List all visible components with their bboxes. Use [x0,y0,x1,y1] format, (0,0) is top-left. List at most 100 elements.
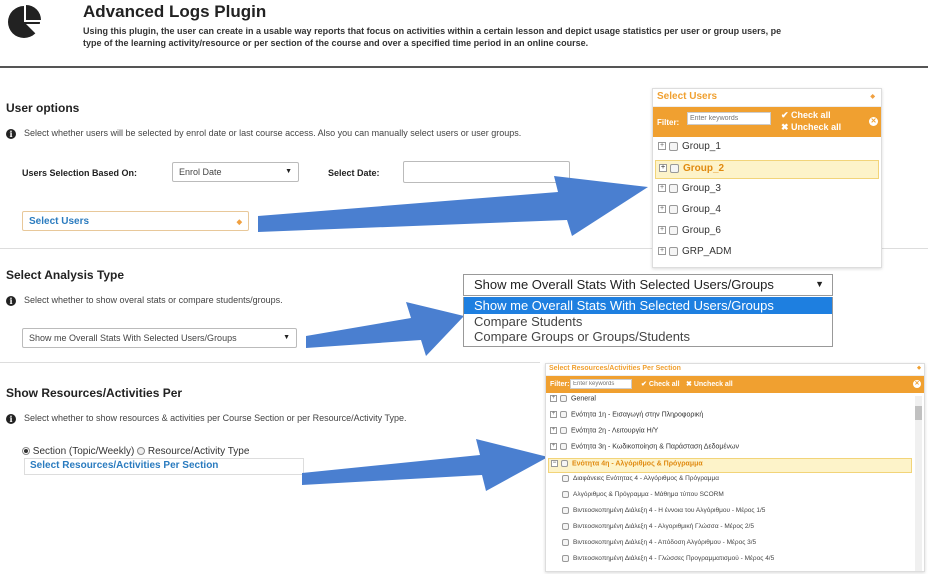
check-all-button[interactable]: ✔ Check all [781,110,831,121]
select-users-button[interactable]: Select Users ◆ [22,211,249,231]
uncheck-all-button[interactable]: ✖ Uncheck all [686,380,733,388]
expand-icon[interactable]: + [658,226,666,235]
group-item[interactable]: + Group_3 [655,181,879,200]
filter-label: Filter: [550,381,570,388]
expand-icon[interactable]: + [658,247,666,256]
resource-item[interactable]: Διαφάνειες Ενότητας 4 - Αλγόριθμος & Πρό… [560,474,912,489]
arrow-to-analysis-dropdown-icon [306,302,464,356]
checkbox[interactable] [560,443,567,450]
resource-item[interactable]: Βιντεοσκοπημένη Διάλεξη 4 - Η έννοια του… [560,506,912,521]
checkbox[interactable] [669,204,678,214]
close-icon[interactable]: ✕ [869,117,878,126]
expand-icon[interactable]: + [550,427,557,434]
resource-item[interactable]: Βιντεοσκοπημένη Διάλεξη 4 - Απόδοση Αλγό… [560,538,912,553]
group-label: Group_1 [682,141,721,152]
section-item[interactable]: + Ενότητα 3η - Κωδικοποίηση & Παράσταση Δ… [548,442,912,457]
section-item[interactable]: + General [548,394,912,409]
analysis-option[interactable]: Compare Groups or Groups/Students [464,329,832,344]
expand-icon[interactable]: + [550,411,557,418]
resource-item[interactable]: Βιντεοσκοπημένη Διάλεξη 4 - Γλώσσες Προγ… [560,554,912,569]
users-filter-bar: Filter: ✔ Check all ✖ Uncheck all ✕ [653,107,881,137]
group-item[interactable]: + Group_1 [655,139,879,158]
section-divider [0,362,540,363]
section-label: General [571,395,596,403]
checkbox[interactable] [669,141,678,151]
resource-item[interactable]: Βιντεοσκοπημένη Διάλεξη 4 - Αλγοριθμική … [560,522,912,537]
pie-chart-logo-icon [8,5,41,38]
checkbox[interactable] [669,246,678,256]
caret-down-icon: ▼ [815,279,824,289]
section-label: Ενότητα 4η - Αλγόριθμος & Πρόγραμμα [572,460,703,468]
scrollbar-thumb[interactable] [915,406,922,420]
arrow-to-sections-panel-icon [302,439,548,491]
group-item[interactable]: + Group_6 [655,223,879,242]
filter-label: Filter: [657,118,680,127]
checkbox[interactable] [562,475,569,482]
caret-icon: ◆ [236,219,242,226]
sections-filter-input[interactable] [570,379,632,389]
header-divider [0,66,928,68]
expand-icon[interactable]: − [551,460,558,467]
group-item[interactable]: + GRP_ADM [655,244,879,263]
group-item[interactable]: + Group_4 [655,202,879,221]
resource-label: Βιντεοσκοπημένη Διάλεξη 4 - Γλώσσες Προγ… [573,555,775,563]
users-selection-label: Users Selection Based On: [22,168,138,178]
section-label: Ενότητα 3η - Κωδικοποίηση & Παράσταση Δε… [571,443,739,451]
analysis-select[interactable]: Show me Overall Stats With Selected User… [22,328,297,348]
checkbox[interactable] [562,507,569,514]
checkbox[interactable] [561,460,568,467]
analysis-option[interactable]: Show me Overall Stats With Selected User… [464,297,832,314]
section-item[interactable]: + Ενότητα 1η - Εισαγωγή στην Πληροφορική [548,410,912,425]
info-icon: i [6,295,16,306]
resource-label: Βιντεοσκοπημένη Διάλεξη 4 - Αλγοριθμική … [573,523,754,531]
expand-icon[interactable]: + [658,142,666,151]
group-item[interactable]: + Group_2 [655,160,879,179]
expand-icon[interactable]: + [658,205,666,214]
checkbox[interactable] [670,163,679,173]
user-options-info: i Select whether users will be selected b… [6,128,521,139]
uncheck-all-button[interactable]: ✖ Uncheck all [781,122,841,133]
radio-section[interactable] [22,447,30,456]
expand-icon[interactable]: + [550,395,557,402]
expand-icon[interactable]: + [658,184,666,193]
checkbox[interactable] [560,395,567,402]
sections-panel-title: Select Resources/Activities Per Section ◆ [546,364,924,376]
check-all-button[interactable]: ✔ Check all [641,380,680,388]
analysis-heading: Select Analysis Type [6,268,125,282]
users-panel-title: Select Users ◆ [653,89,881,107]
users-filter-input[interactable] [687,112,771,125]
section-label: Ενότητα 1η - Εισαγωγή στην Πληροφορική [571,411,704,419]
checkbox[interactable] [562,491,569,498]
section-item[interactable]: + Ενότητα 2η - Λειτουργία Η/Υ [548,426,912,441]
page-title: Advanced Logs Plugin [83,2,267,21]
caret-down-icon: ▼ [283,334,290,341]
resource-label: Βιντεοσκοπημένη Διάλεξη 4 - Η έννοια του… [573,507,766,515]
users-panel: Select Users◆ Filter: ✔ Check all ✖ Unch… [652,88,882,268]
checkbox[interactable] [562,523,569,530]
scrollbar[interactable] [915,396,922,571]
section-label: Ενότητα 2η - Λειτουργία Η/Υ [571,427,659,435]
checkbox[interactable] [669,225,678,235]
caret-icon: ◆ [917,365,921,371]
select-sections-button[interactable]: Select Resources/Activities Per Section [24,458,304,475]
arrow-to-users-panel-icon [258,176,648,236]
sections-panel: Select Resources/Activities Per Section ◆… [545,363,925,572]
checkbox[interactable] [560,427,567,434]
checkbox[interactable] [560,411,567,418]
checkbox[interactable] [669,183,678,193]
caret-icon: ◆ [870,94,875,100]
analysis-dropdown[interactable]: Show me Overall Stats With Selected User… [463,274,833,296]
checkbox[interactable] [562,555,569,562]
resource-item[interactable]: Αλγόριθμος & Πρόγραμμα - Μάθημα τύπου SC… [560,490,912,505]
analysis-option[interactable]: Compare Students [464,314,832,329]
analysis-info: i Select whether to show overal stats or … [6,295,283,306]
radio-type[interactable] [137,447,146,456]
checkbox[interactable] [562,539,569,546]
group-label: GRP_ADM [682,246,732,257]
expand-icon[interactable]: + [659,164,667,173]
expand-icon[interactable]: + [550,443,557,450]
group-label: Group_6 [682,225,721,236]
resources-info: i Select whether to show resources & acti… [6,413,407,424]
close-icon[interactable]: ✕ [913,380,921,388]
section-item[interactable]: − Ενότητα 4η - Αλγόριθμος & Πρόγραμμα [548,458,912,473]
